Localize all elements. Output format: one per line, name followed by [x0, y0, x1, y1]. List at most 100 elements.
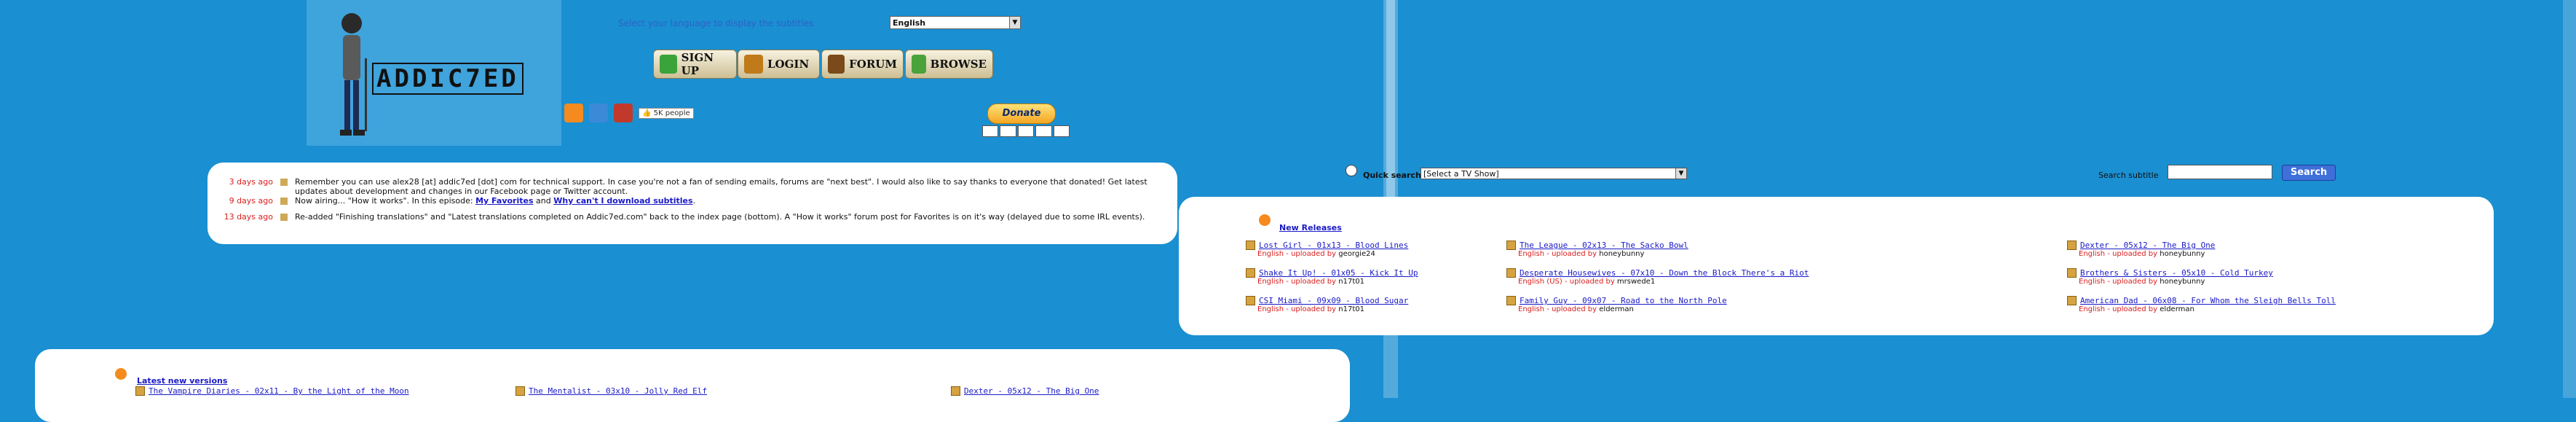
new-releases-title[interactable]: New Releases — [1279, 223, 1342, 233]
release-item: American Dad - 06x08 - For Whom the Slei… — [2067, 296, 2336, 313]
twitter-icon[interactable] — [589, 103, 608, 122]
browse-label: BROWSE — [930, 58, 987, 71]
version-title-link[interactable]: Dexter - 05x12 - The Big One — [964, 386, 1099, 396]
release-uploader: English - uploaded by honeybunny — [2079, 250, 2205, 258]
facebook-like-button[interactable]: 👍 5K people — [639, 107, 694, 119]
release-title-link[interactable]: CSI Miami - 09x09 - Blood Sugar — [1259, 296, 1408, 305]
release-folder-icon — [2067, 296, 2077, 305]
forum-button[interactable]: FORUM — [821, 50, 904, 79]
chevron-down-icon: ▼ — [1675, 168, 1686, 179]
release-folder-icon — [1506, 296, 1516, 305]
language-prompt: Select your language to display the subt… — [618, 18, 814, 28]
release-uploader: English - uploaded by n17t01 — [1257, 278, 1364, 286]
release-uploader: English (US) - uploaded by mrswede1 — [1518, 278, 1656, 286]
forum-icon — [828, 55, 845, 74]
release-uploader: English - uploaded by honeybunny — [1518, 250, 1645, 258]
mastercard-icon — [982, 125, 999, 137]
rss-icon[interactable] — [564, 103, 583, 122]
search-subtitle-label: Search subtitle — [2098, 171, 2159, 180]
release-item: Shake It Up! - 01x05 - Kick It Up Englis… — [1246, 268, 1418, 286]
version-item: Dexter - 05x12 - The Big One — [951, 386, 1099, 396]
logo-wordmark: ADDIC7ED — [372, 63, 525, 95]
release-folder-icon — [1246, 241, 1255, 250]
release-uploader: English - uploaded by honeybunny — [2079, 278, 2205, 286]
bank-icon — [1053, 125, 1070, 137]
news-text: Remember you can use alex28 [at] addic7e… — [295, 177, 1147, 196]
version-folder-icon — [135, 386, 145, 396]
quick-search-label: Quick search — [1363, 171, 1421, 180]
release-folder-icon — [1246, 268, 1255, 278]
why-cant-download-link[interactable]: Why can't I download subtitles — [553, 196, 692, 206]
my-favorites-link[interactable]: My Favorites — [475, 196, 533, 206]
release-item: CSI Miami - 09x09 - Blood Sugar English … — [1246, 296, 1408, 313]
release-title-link[interactable]: Family Guy - 09x07 - Road to the North P… — [1520, 296, 1727, 305]
search-button[interactable]: Search — [2282, 165, 2336, 181]
release-uploader: English - uploaded by elderman — [2079, 305, 2194, 313]
news-date: 13 days ago — [224, 212, 273, 222]
rss-icon[interactable] — [115, 368, 127, 380]
release-title-link[interactable]: Dexter - 05x12 - The Big One — [2080, 241, 2215, 250]
chevron-down-icon: ▼ — [1009, 17, 1020, 28]
news-item: 9 days ago Now airing... "How it works".… — [222, 196, 1161, 206]
login-icon — [744, 55, 763, 74]
release-uploader: English - uploaded by elderman — [1518, 305, 1634, 313]
release-folder-icon — [2067, 241, 2077, 250]
version-title-link[interactable]: The Mentalist - 03x10 - Jolly Red Elf — [529, 386, 707, 396]
release-title-link[interactable]: Shake It Up! - 01x05 - Kick It Up — [1259, 268, 1418, 278]
release-title-link[interactable]: American Dad - 06x08 - For Whom the Slei… — [2080, 296, 2336, 305]
browse-button[interactable]: BROWSE — [905, 50, 993, 79]
language-select[interactable]: English ▼ — [890, 16, 1021, 29]
news-text: Now airing... "How it works". In this ep… — [295, 196, 696, 206]
news-text: Re-added "Finishing translations" and "L… — [295, 212, 1145, 222]
release-uploader: English - uploaded by georgie24 — [1257, 250, 1375, 258]
social-links: 👍 5K people — [564, 103, 694, 122]
release-title-link[interactable]: Brothers & Sisters - 05x10 - Cold Turkey — [2080, 268, 2273, 278]
signup-label: SIGN UP — [681, 51, 714, 77]
search-subtitle-input[interactable] — [2168, 165, 2272, 179]
news-item: 3 days ago Remember you can use alex28 [… — [222, 177, 1161, 196]
donate-button[interactable]: Donate — [987, 103, 1056, 124]
site-logo[interactable]: ADDIC7ED — [307, 0, 561, 146]
payment-cards — [982, 125, 1070, 137]
amex-icon — [1017, 125, 1035, 137]
release-item: Lost Girl - 01x13 - Blood Lines English … — [1246, 241, 1408, 258]
release-title-link[interactable]: Lost Girl - 01x13 - Blood Lines — [1259, 241, 1408, 250]
signup-icon — [660, 55, 677, 74]
release-title-link[interactable]: Desperate Housewives - 07x10 - Down the … — [1520, 268, 1809, 278]
release-folder-icon — [2067, 268, 2077, 278]
latest-versions-panel: Latest new versions The Vampire Diaries … — [35, 349, 1350, 422]
version-title-link[interactable]: The Vampire Diaries - 02x11 - By the Lig… — [149, 386, 409, 396]
release-item: Brothers & Sisters - 05x10 - Cold Turkey… — [2067, 268, 2273, 286]
release-folder-icon — [1246, 296, 1255, 305]
version-folder-icon — [515, 386, 525, 396]
news-icon — [280, 214, 288, 221]
release-item: The League - 02x13 - The Sacko Bowl Engl… — [1506, 241, 1688, 258]
release-title-link[interactable]: The League - 02x13 - The Sacko Bowl — [1520, 241, 1688, 250]
release-folder-icon — [1506, 241, 1516, 250]
version-item: The Mentalist - 03x10 - Jolly Red Elf — [515, 386, 707, 396]
news-item: 13 days ago Re-added "Finishing translat… — [222, 212, 1161, 222]
tv-show-select-value: [Select a TV Show] — [1423, 168, 1499, 179]
latest-versions-title[interactable]: Latest new versions — [137, 376, 227, 386]
page-scrollbar[interactable] — [2563, 0, 2576, 398]
release-uploader: English - uploaded by n17t01 — [1257, 305, 1364, 313]
visa-icon — [1000, 125, 1016, 137]
version-folder-icon — [951, 386, 960, 396]
language-select-value: English — [893, 17, 926, 28]
login-button[interactable]: LOGIN — [738, 50, 820, 79]
news-date: 3 days ago — [229, 177, 273, 187]
browse-icon — [912, 55, 926, 74]
facebook-icon[interactable] — [614, 103, 633, 122]
release-item: Dexter - 05x12 - The Big One English - u… — [2067, 241, 2215, 258]
forum-label: FORUM — [849, 58, 897, 71]
version-item: The Vampire Diaries - 02x11 - By the Lig… — [135, 386, 409, 396]
release-item: Family Guy - 09x07 - Road to the North P… — [1506, 296, 1727, 313]
signup-button[interactable]: SIGN UP — [653, 50, 737, 79]
like-count: 5K people — [653, 109, 690, 117]
rss-icon[interactable] — [1259, 214, 1271, 226]
tv-show-select[interactable]: [Select a TV Show] ▼ — [1421, 168, 1687, 179]
news-icon — [280, 179, 288, 186]
news-panel: 3 days ago Remember you can use alex28 [… — [208, 163, 1177, 244]
quick-search-radio[interactable] — [1346, 165, 1357, 176]
discover-icon — [1035, 125, 1052, 137]
